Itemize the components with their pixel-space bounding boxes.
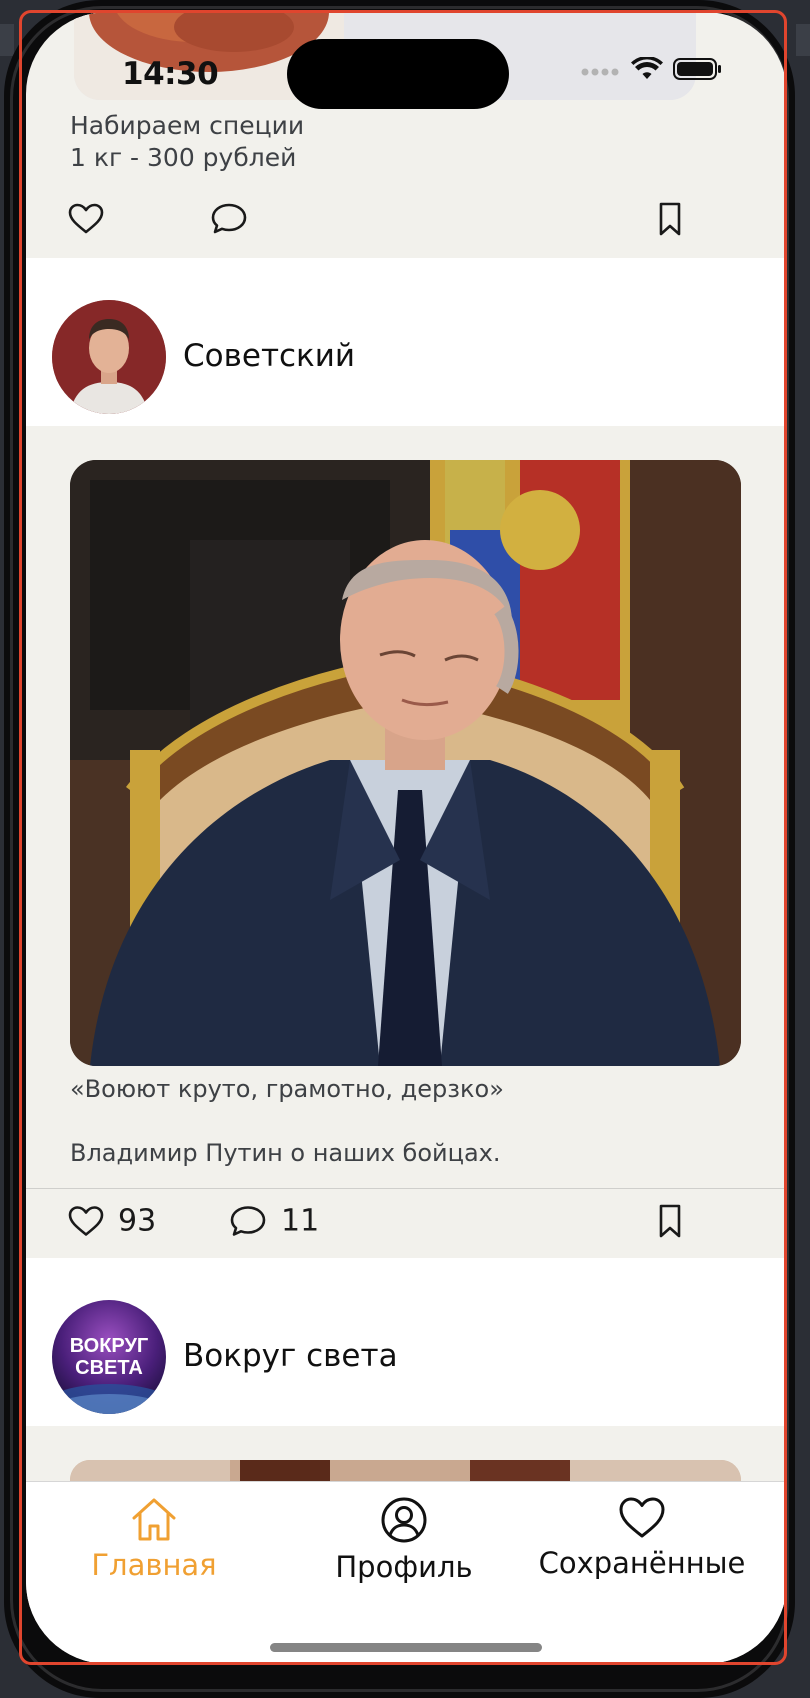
bookmark-button[interactable] — [658, 202, 682, 236]
tab-home[interactable]: Главная — [68, 1496, 240, 1582]
tab-profile-label: Профиль — [335, 1550, 473, 1584]
battery-icon — [673, 57, 723, 85]
avatar-logo-text-2: СВЕТА — [75, 1357, 143, 1379]
author-avatar[interactable]: ВОКРУГ СВЕТА — [52, 1300, 166, 1414]
post-text-line-1: «Воюют круто, грамотно, дерзко» — [70, 1075, 504, 1103]
tab-bar: Главная Профиль Сохранённые — [26, 1481, 787, 1664]
wifi-icon — [631, 56, 663, 85]
author-avatar[interactable] — [52, 300, 166, 414]
app-screen: 14:30 Набираем специи 1 кг - 300 рублей — [26, 12, 787, 1664]
bookmark-icon — [659, 202, 681, 236]
window-edge — [796, 24, 810, 56]
dynamic-island — [287, 39, 509, 109]
home-indicator[interactable] — [270, 1643, 542, 1652]
heart-icon — [68, 203, 104, 234]
like-count: 93 — [118, 1203, 157, 1239]
profile-icon — [381, 1497, 427, 1543]
phone-frame: 14:30 Набираем специи 1 кг - 300 рублей — [4, 0, 795, 1698]
heart-icon — [619, 1497, 665, 1538]
comment-icon — [211, 203, 247, 234]
home-icon — [132, 1498, 176, 1541]
previous-caption-line-2: 1 кг - 300 рублей — [70, 143, 297, 172]
status-time: 14:30 — [122, 56, 219, 92]
author-name[interactable]: Советский — [183, 338, 355, 374]
next-post-author-row[interactable]: ВОКРУГ СВЕТА Вокруг света — [26, 1258, 787, 1426]
like-button[interactable]: 93 — [68, 1204, 156, 1239]
bookmark-icon — [659, 1204, 681, 1238]
heart-icon — [68, 1205, 104, 1236]
post-actions: 93 11 — [26, 1186, 787, 1256]
tab-saved[interactable]: Сохранённые — [530, 1496, 754, 1580]
like-button[interactable] — [68, 203, 104, 235]
window-edge — [0, 24, 14, 56]
avatar-logo-text-1: ВОКРУГ — [70, 1335, 149, 1357]
previous-post-actions — [26, 184, 787, 254]
comment-icon — [230, 1205, 266, 1236]
post-image[interactable] — [70, 460, 741, 1066]
comment-button[interactable]: 11 — [229, 1204, 319, 1239]
tab-saved-label: Сохранённые — [538, 1546, 746, 1580]
status-icons — [581, 56, 723, 85]
bookmark-button[interactable] — [658, 1204, 682, 1238]
comment-count: 11 — [281, 1203, 320, 1239]
post-text-line-2: Владимир Путин о наших бойцах. — [70, 1139, 501, 1167]
previous-post-caption: Набираем специи 1 кг - 300 рублей — [70, 110, 304, 174]
comment-button[interactable] — [210, 202, 248, 236]
signal-icon — [581, 62, 621, 81]
post-author-row[interactable]: Советский — [26, 258, 787, 426]
tab-profile[interactable]: Профиль — [318, 1496, 490, 1584]
tab-home-label: Главная — [91, 1548, 217, 1582]
author-name[interactable]: Вокруг света — [183, 1338, 398, 1374]
previous-caption-line-1: Набираем специи — [70, 111, 305, 140]
